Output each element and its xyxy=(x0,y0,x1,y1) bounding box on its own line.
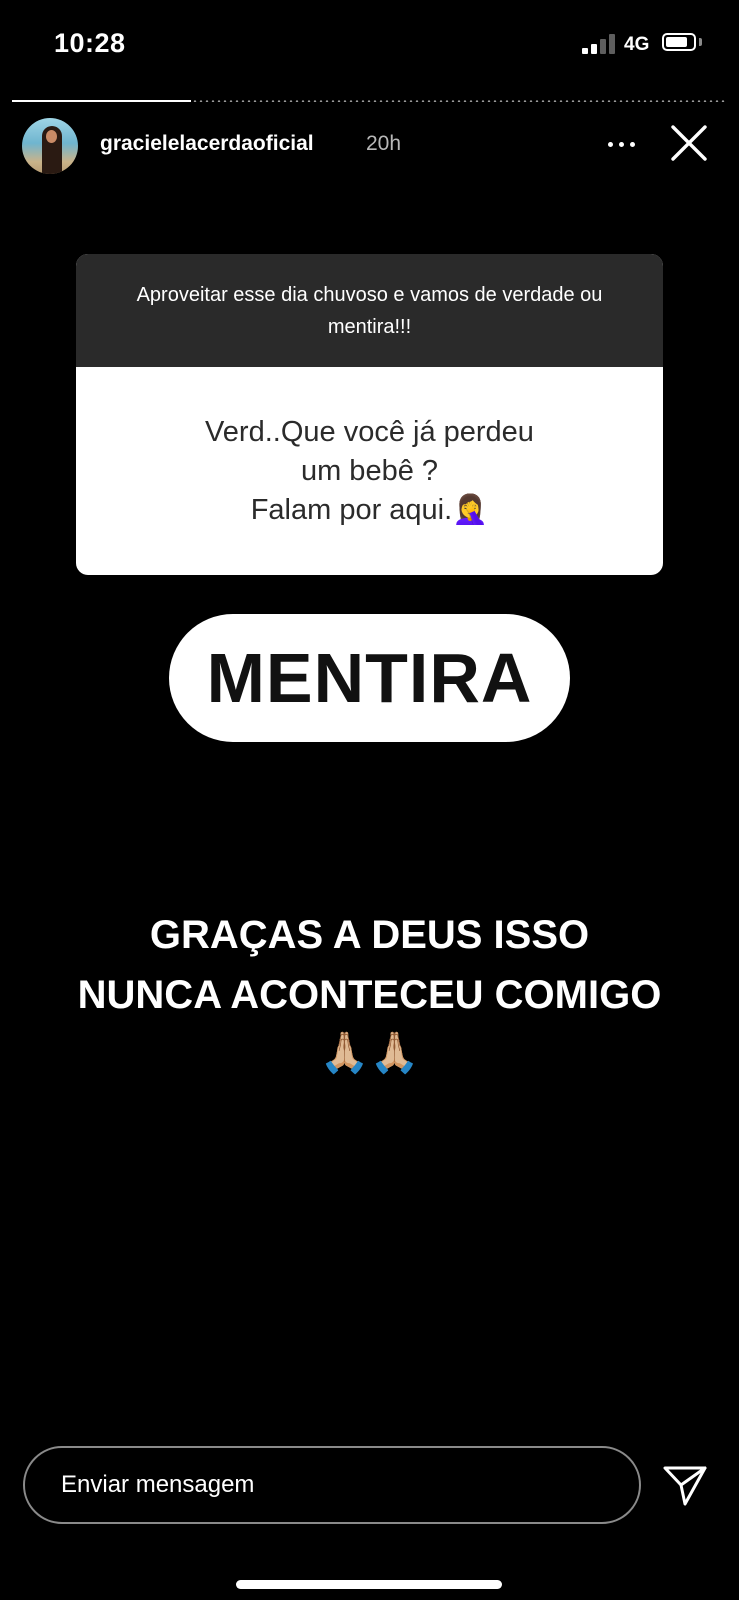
status-bar: 10:28 4G xyxy=(0,0,739,90)
message-placeholder: Enviar mensagem xyxy=(61,1471,255,1498)
response-label: MENTIRA xyxy=(206,639,533,717)
battery-icon xyxy=(662,33,696,51)
battery-level xyxy=(666,37,687,47)
network-label: 4G xyxy=(624,34,650,55)
answer-line: Verd..Que você já perdeu xyxy=(205,415,534,448)
story-header: gracielelacerdaoficial 20h xyxy=(0,112,739,182)
more-horizontal-icon xyxy=(608,142,613,147)
answer-line: Falam por aqui.🤦‍♀️ xyxy=(250,493,489,526)
status-time: 10:28 xyxy=(54,28,126,58)
avatar[interactable] xyxy=(22,118,78,174)
question-prompt: Aproveitar esse dia chuvoso e vamos de v… xyxy=(136,283,603,338)
send-icon xyxy=(663,1466,707,1506)
more-options-button[interactable] xyxy=(604,126,640,162)
caption-line: NUNCA ACONTECEU COMIGO xyxy=(77,973,662,1017)
story-progress-fill xyxy=(12,100,191,102)
answer-line: um bebê ? xyxy=(300,454,439,487)
question-prompt-area: Aproveitar esse dia chuvoso e vamos de v… xyxy=(76,254,663,367)
caption-line: GRAÇAS A DEUS ISSO xyxy=(149,913,590,957)
close-button[interactable] xyxy=(666,120,712,166)
praying-hands-emoji: 🙏🏼🙏🏼 xyxy=(319,1031,420,1075)
question-answer: Verd..Que você já perdeu um bebê ? Falam… xyxy=(205,413,534,530)
more-dot xyxy=(619,142,624,147)
story-timestamp: 20h xyxy=(366,132,402,155)
response-sticker: MENTIRA xyxy=(169,614,570,742)
signal-icon xyxy=(582,34,616,54)
battery-tip xyxy=(699,38,702,46)
close-icon xyxy=(671,125,707,161)
story-caption: GRAÇAS A DEUS ISSO NUNCA ACONTECEU COMIG… xyxy=(0,905,739,1081)
question-answer-area: Verd..Que você já perdeu um bebê ? Falam… xyxy=(76,367,663,575)
message-input[interactable]: Enviar mensagem xyxy=(23,1446,641,1524)
more-dot xyxy=(630,142,635,147)
question-sticker[interactable]: Aproveitar esse dia chuvoso e vamos de v… xyxy=(76,254,663,575)
home-indicator xyxy=(236,1580,502,1589)
send-button[interactable] xyxy=(660,1462,710,1510)
story-progress-bar xyxy=(12,100,726,102)
username[interactable]: gracielelacerdaoficial xyxy=(100,132,314,156)
avatar-face xyxy=(46,130,57,143)
